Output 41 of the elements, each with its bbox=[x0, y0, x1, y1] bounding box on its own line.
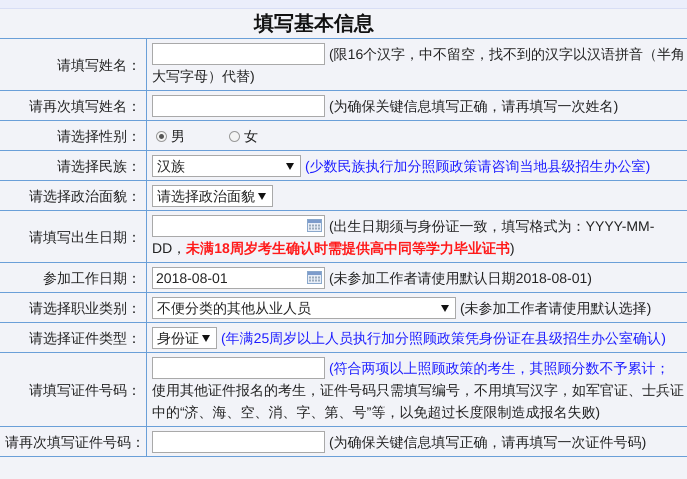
input-field[interactable] bbox=[152, 95, 325, 117]
radio-option[interactable]: 女 bbox=[229, 125, 258, 147]
field-label: 请再次填写证件号码： bbox=[5, 434, 145, 450]
date-field[interactable] bbox=[152, 215, 325, 237]
field-label: 请选择政治面貌： bbox=[29, 188, 141, 204]
hint-text: (出生日期须与身份证一致，填写格式为：YYYY-MM- bbox=[329, 218, 654, 234]
radio-option[interactable]: 男 bbox=[156, 125, 185, 147]
dropdown[interactable]: 身份证 bbox=[152, 327, 217, 349]
form-title: 填写基本信息 bbox=[252, 12, 375, 37]
policy-note: (年满25周岁以上人员执行加分照顾政策凭身份证在县级招生办公室确认) bbox=[221, 330, 666, 346]
field-label: 请填写姓名： bbox=[57, 57, 141, 73]
hint-text: 使用其他证件报名的考生，证件号码只需填写编号，不用填写汉字，如军官证、士兵证 bbox=[152, 382, 684, 398]
input-field[interactable] bbox=[152, 431, 325, 453]
dropdown[interactable]: 请选择政治面貌 bbox=[152, 185, 273, 207]
date-field[interactable]: 2018-08-01 bbox=[152, 267, 325, 289]
input-field[interactable] bbox=[152, 357, 325, 379]
field-label: 请选择性别： bbox=[57, 128, 141, 144]
field-label: 请选择职业类别： bbox=[29, 300, 141, 316]
field-label: 请选择民族： bbox=[57, 158, 141, 174]
calendar-icon[interactable] bbox=[307, 271, 322, 284]
field-label: 请再次填写姓名： bbox=[29, 98, 141, 114]
hint-text: (限16个汉字，中不留空，找不到的汉字以汉语拼音（半角 bbox=[329, 46, 686, 62]
field-label: 参加工作日期： bbox=[43, 270, 141, 286]
hint-text: (为确保关键信息填写正确，请再填写一次姓名) bbox=[329, 98, 618, 114]
field-label: 请选择证件类型： bbox=[29, 330, 141, 346]
hint-text: 中的“济、海、空、消、字、第、号”等，以免超过长度限制造成报名失败) bbox=[152, 404, 600, 420]
hint-text: 大写字母）代替) bbox=[152, 68, 255, 84]
policy-note: (符合两项以上照顾政策的考生，其照顾分数不予累计； bbox=[329, 360, 670, 376]
policy-note: (少数民族执行加分照顾政策请咨询当地县级招生办公室) bbox=[305, 158, 650, 174]
input-field[interactable] bbox=[152, 43, 325, 65]
hint-text: DD， bbox=[152, 240, 186, 256]
field-label: 请填写证件号码： bbox=[29, 382, 141, 398]
field-label: 请填写出生日期： bbox=[29, 229, 141, 245]
hint-text: (为确保关键信息填写正确，请再填写一次证件号码) bbox=[329, 434, 646, 450]
dropdown[interactable]: 不便分类的其他从业人员 bbox=[152, 297, 456, 319]
hint-text: ) bbox=[510, 240, 514, 256]
dropdown[interactable]: 汉族 bbox=[152, 155, 301, 177]
hint-text: (未参加工作者请使用默认日期2018-08-01) bbox=[329, 270, 592, 286]
warning-text: 未满18周岁考生确认时需提供高中同等学力毕业证书 bbox=[186, 240, 510, 256]
calendar-icon[interactable] bbox=[307, 219, 322, 232]
hint-text: (未参加工作者请使用默认选择) bbox=[460, 300, 652, 316]
